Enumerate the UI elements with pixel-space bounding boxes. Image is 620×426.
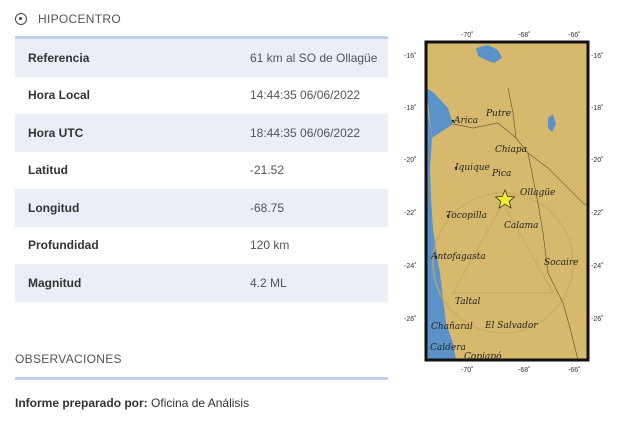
footer-value: Oficina de Análisis xyxy=(151,396,250,410)
row-label: Referencia xyxy=(28,50,90,65)
tick-label: -66˚ xyxy=(568,366,580,374)
place-label: Pica xyxy=(491,169,511,179)
place-label: Chiapa xyxy=(495,145,527,155)
row-value: 4.2 ML xyxy=(250,275,287,290)
tick-label: -26˚ xyxy=(404,315,416,323)
town-dot xyxy=(446,214,450,218)
row-value: 14:44:35 06/06/2022 xyxy=(250,88,361,103)
town-dot xyxy=(454,166,458,170)
table-row: Referencia 61 km al SO de Ollagüe xyxy=(15,39,388,77)
report-footer: Informe preparado por: Oficina de Anális… xyxy=(15,396,249,410)
tick-label: -24˚ xyxy=(404,262,416,270)
tick-label: -70˚ xyxy=(461,366,473,374)
row-value: 61 km al SO de Ollagüe xyxy=(250,50,378,65)
tick-label: -18˚ xyxy=(404,104,416,112)
place-label: Copiapó xyxy=(464,351,502,362)
table-row: Hora Local 14:44:35 06/06/2022 xyxy=(15,77,388,115)
place-label: Chañaral xyxy=(431,322,473,332)
place-label: El Salvador xyxy=(484,321,538,331)
tick-label: -70˚ xyxy=(461,31,473,39)
row-label: Magnitud xyxy=(28,275,82,290)
target-icon xyxy=(15,13,27,25)
tick-label: -20˚ xyxy=(591,156,603,164)
row-label: Longitud xyxy=(28,200,80,215)
place-label: Antofagasta xyxy=(430,252,486,262)
place-label: Calama xyxy=(504,221,538,231)
row-value: -68.75 xyxy=(250,200,285,215)
town-dot xyxy=(434,255,438,259)
hipocentro-table: Referencia 61 km al SO de Ollagüe Hora L… xyxy=(15,36,388,302)
footer-label: Informe preparado por: xyxy=(15,396,148,410)
row-label: Latitud xyxy=(28,163,68,178)
tick-label: -22˚ xyxy=(591,209,603,217)
row-label: Hora UTC xyxy=(28,125,84,140)
row-value: -21.52 xyxy=(250,163,285,178)
tick-label: -16˚ xyxy=(404,52,416,60)
place-label: Caldera xyxy=(430,343,466,353)
town-dot xyxy=(451,119,455,123)
table-row: Latitud -21.52 xyxy=(15,152,388,190)
place-label: Tocopilla xyxy=(446,211,487,221)
table-row: Longitud -68.75 xyxy=(15,189,388,227)
tick-label: -68˚ xyxy=(518,366,530,374)
place-label: Socaire xyxy=(544,258,579,268)
tick-label: -26˚ xyxy=(591,315,603,323)
table-row: Magnitud 4.2 ML xyxy=(15,264,388,302)
table-row: Profundidad 120 km xyxy=(15,227,388,265)
row-value: 120 km xyxy=(250,238,290,253)
tick-label: -22˚ xyxy=(404,209,416,217)
place-label: Putre xyxy=(485,109,511,119)
tick-label: -68˚ xyxy=(518,31,530,39)
tick-label: -66˚ xyxy=(568,31,580,39)
row-label: Profundidad xyxy=(28,238,99,253)
hipocentro-header: HIPOCENTRO xyxy=(15,10,121,28)
row-label: Hora Local xyxy=(28,88,91,103)
place-label: Taltal xyxy=(455,297,481,307)
place-label: Ollagüe xyxy=(520,188,555,198)
tick-label: -24˚ xyxy=(591,262,603,270)
epicenter-map: -70˚ -68˚ -66˚ -70˚ -68˚ -66˚ -16˚ -18˚ … xyxy=(398,28,610,378)
row-value: 18:44:35 06/06/2022 xyxy=(250,125,361,140)
divider xyxy=(15,377,388,380)
section-title: HIPOCENTRO xyxy=(38,12,122,26)
tick-label: -16˚ xyxy=(591,52,603,60)
tick-label: -18˚ xyxy=(591,104,603,112)
table-row: Hora UTC 18:44:35 06/06/2022 xyxy=(15,114,388,152)
tick-label: -20˚ xyxy=(404,156,416,164)
place-label: Arica xyxy=(453,116,478,126)
place-label: Iquique xyxy=(454,163,490,173)
observaciones-title: OBSERVACIONES xyxy=(15,352,122,366)
